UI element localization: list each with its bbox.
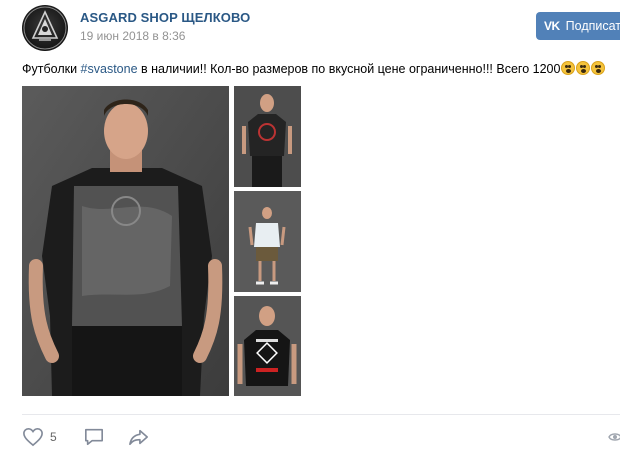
like-count: 5 [50,430,57,444]
post-photo-thumbnail[interactable] [234,296,301,396]
post-text-after: в наличии!! Кол-во размеров по вкусной ц… [137,62,561,76]
like-button[interactable]: 5 [22,427,57,447]
post-actions: 5 [22,425,169,449]
vk-logo-icon: VK [544,19,560,33]
emoji-icon [561,61,576,75]
post-photo-thumbnail[interactable] [234,86,301,187]
subscribe-button[interactable]: VK Подписат [536,12,620,40]
group-avatar[interactable] [22,5,68,51]
post-photo-thumbnail[interactable] [234,191,301,292]
emoji-icon [576,61,591,75]
subscribe-label: Подписат [565,19,620,33]
post-photo-main[interactable] [22,86,229,396]
heart-icon [23,427,43,447]
comment-icon [84,428,103,446]
views-icon [608,430,620,448]
post-author-link[interactable]: ASGARD SHOP ЩЕЛКОВО [80,10,250,25]
post-divider [22,414,620,415]
comment-button[interactable] [83,427,105,447]
post-text: Футболки #svastone в наличии!! Кол-во ра… [22,61,606,77]
share-button[interactable] [127,427,151,447]
emoji-icon [591,61,606,75]
share-icon [128,429,148,446]
hashtag-link[interactable]: #svastone [81,62,138,76]
post-date[interactable]: 19 июн 2018 в 8:36 [80,29,185,43]
post-text-before: Футболки [22,62,81,76]
